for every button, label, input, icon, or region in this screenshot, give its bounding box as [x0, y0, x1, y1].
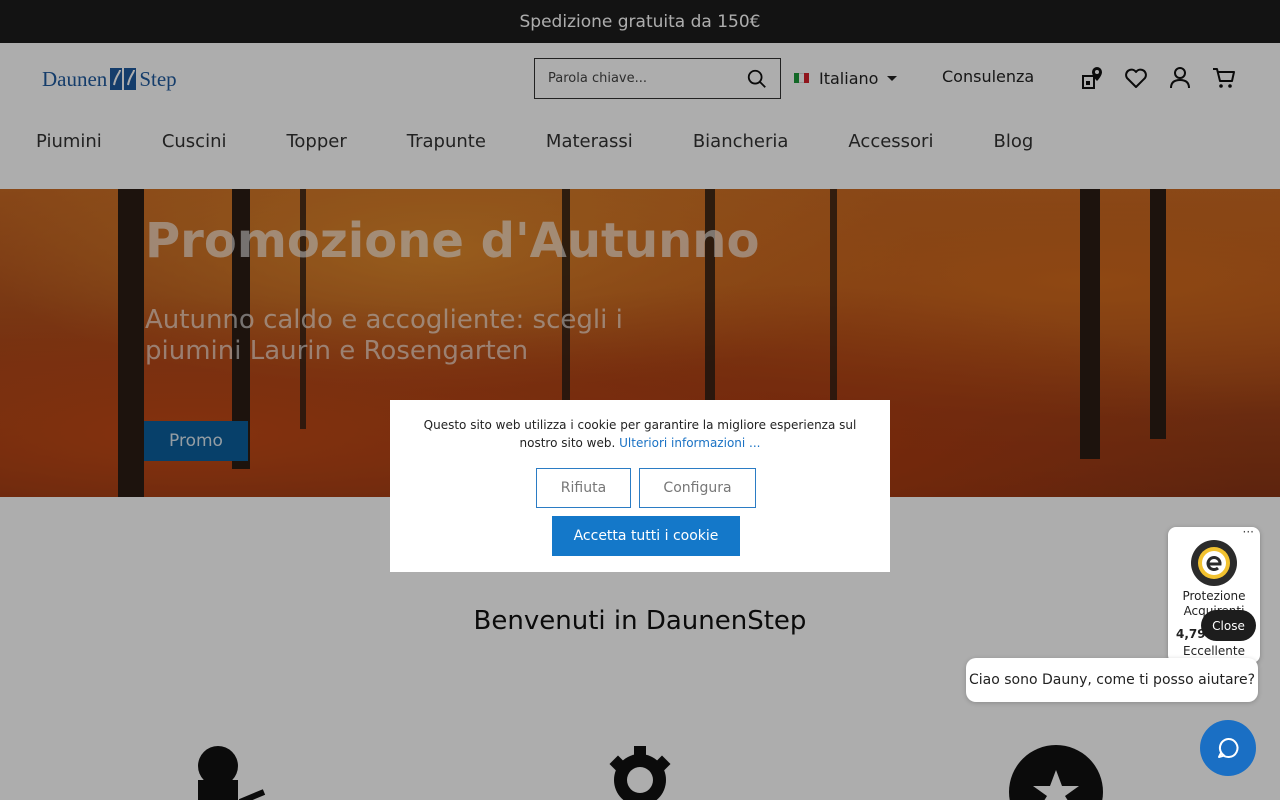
- trusted-shops-close-button[interactable]: Close: [1201, 610, 1256, 641]
- trusted-shops-seal-icon: [1191, 540, 1237, 586]
- configure-cookies-button[interactable]: Configura: [639, 468, 756, 508]
- more-options-icon[interactable]: ···: [1243, 525, 1254, 539]
- accept-all-cookies-button[interactable]: Accetta tutti i cookie: [552, 516, 740, 556]
- cookie-more-info-link[interactable]: Ulteriori informazioni ...: [619, 436, 760, 450]
- chat-greeting-text: Ciao sono Dauny, come ti posso aiutare?: [968, 672, 1256, 688]
- reject-cookies-button[interactable]: Rifiuta: [536, 468, 631, 508]
- chat-greeting-bubble[interactable]: Ciao sono Dauny, come ti posso aiutare?: [966, 658, 1258, 702]
- cookie-message: Questo sito web utilizza i cookie per ga…: [420, 416, 860, 452]
- cookie-consent-modal: Questo sito web utilizza i cookie per ga…: [390, 400, 890, 572]
- chat-icon: [1218, 737, 1239, 758]
- chat-launcher-button[interactable]: [1200, 720, 1256, 776]
- trusted-shops-widget[interactable]: ··· Protezione Acquirenti 4,79 Eccellent…: [1168, 525, 1260, 663]
- trust-rating: Eccellente: [1183, 644, 1245, 658]
